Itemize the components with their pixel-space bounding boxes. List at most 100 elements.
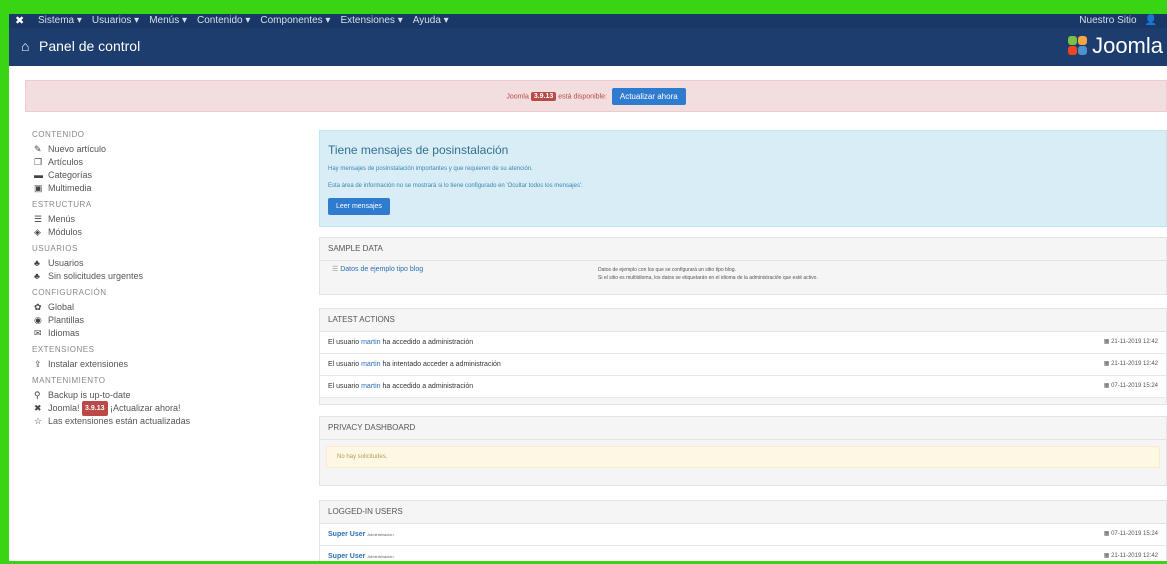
- privacy-dashboard-panel: PRIVACY DASHBOARD No hay solicitudes.: [319, 416, 1167, 486]
- eye-icon: ◉: [34, 315, 42, 325]
- table-row: Super User Administración ▦ 07-11-2019 1…: [320, 524, 1166, 546]
- main-menu: Sistema ▾ Usuarios ▾ Menús ▾ Contenido ▾…: [33, 14, 454, 28]
- postinstall-line-2: Esta área de información no se mostrará …: [328, 183, 583, 189]
- read-messages-button[interactable]: Leer mensajes: [328, 198, 390, 215]
- sidebar-section-usuarios: USUARIOS: [32, 244, 78, 253]
- logged-users-panel: LOGGED-IN USERS Super User Administració…: [319, 500, 1167, 561]
- folder-icon: ▬: [34, 170, 43, 180]
- menu-ayuda[interactable]: Ayuda ▾: [408, 14, 454, 28]
- sidebar-item-extensiones-actualizadas[interactable]: ☆ Las extensiones están actualizadas: [32, 415, 302, 428]
- sidebar: CONTENIDO ✎ Nuevo artículo ❐ Artículos ▬ Ca…: [32, 130, 302, 428]
- sample-blog-link[interactable]: ☰ Datos de ejemplo tipo blog: [332, 265, 423, 273]
- top-menu-bar: ✖ Sistema ▾ Usuarios ▾ Menús ▾ Contenido…: [9, 14, 1167, 28]
- table-row: Super User Administración ▦ 21-11-2019 1…: [320, 546, 1166, 561]
- update-now-button[interactable]: Actualizar ahora: [611, 88, 686, 105]
- calendar-icon: ▦: [1103, 361, 1110, 367]
- comments-icon: ✉: [34, 328, 42, 338]
- sidebar-item-articulos[interactable]: ❐ Artículos: [32, 156, 302, 169]
- page-header: ⌂ Panel de control Joomla: [9, 28, 1167, 66]
- postinstall-line-1: Hay mensajes de posinstalación important…: [328, 166, 533, 172]
- sidebar-item-modulos[interactable]: ◈ Módulos: [32, 226, 302, 239]
- update-prefix: Joomla: [506, 93, 529, 101]
- user-link[interactable]: Super User: [328, 553, 365, 560]
- version-badge: 3.9.13: [530, 92, 557, 102]
- joomla-logo-icon: [1068, 36, 1088, 56]
- gear-icon: ✿: [34, 302, 42, 312]
- action-date: ▦ 21-11-2019 12:42: [1103, 339, 1158, 345]
- calendar-icon: ▦: [1103, 531, 1110, 537]
- menu-extensiones[interactable]: Extensiones ▾: [335, 14, 407, 28]
- joomla-logo: Joomla: [1068, 33, 1163, 59]
- joomla-logo-text: Joomla: [1092, 33, 1163, 58]
- login-date: ▦ 21-11-2019 12:42: [1103, 553, 1158, 559]
- update-suffix: está disponible:: [558, 93, 607, 101]
- joomla-icon: ✖: [34, 403, 42, 413]
- latest-actions-panel: LATEST ACTIONS El usuario martin ha acce…: [319, 308, 1167, 405]
- sample-desc-2: Si el sitio es multiidioma, los datos se…: [598, 275, 818, 281]
- table-row: El usuario martin ha accedido a administ…: [320, 332, 1166, 354]
- menu-usuarios[interactable]: Usuarios ▾: [87, 14, 144, 28]
- top-right-links: Nuestro Sitio 👤: [1079, 14, 1157, 28]
- sample-desc-1: Datos de ejemplo con los que se configur…: [598, 267, 736, 273]
- app-window: ✖ Sistema ▾ Usuarios ▾ Menús ▾ Contenido…: [9, 14, 1167, 561]
- sidebar-section-configuracion: CONFIGURACIÓN: [32, 288, 107, 297]
- pin-icon: ⚲: [34, 390, 41, 400]
- update-notice: Joomla 3.9.13 está disponible: Actualiza…: [25, 80, 1167, 112]
- sidebar-section-mantenimiento: MANTENIMIENTO: [32, 376, 106, 385]
- user-link[interactable]: martin: [361, 361, 380, 368]
- sidebar-item-nuevo-articulo[interactable]: ✎ Nuevo artículo: [32, 143, 302, 156]
- calendar-icon: ▦: [1103, 339, 1110, 345]
- sample-data-row: ☰ Datos de ejemplo tipo blog Datos de ej…: [320, 261, 1166, 291]
- privacy-message: No hay solicitudes.: [326, 446, 1160, 468]
- list-icon: ☰: [34, 214, 43, 224]
- action-date: ▦ 21-11-2019 12:42: [1103, 361, 1158, 367]
- user-area: Administración: [367, 554, 394, 559]
- page-title: Panel de control: [39, 38, 141, 54]
- star-icon: ☆: [34, 416, 43, 426]
- site-link[interactable]: Nuestro Sitio: [1079, 14, 1136, 28]
- sidebar-item-plantillas[interactable]: ◉ Plantillas: [32, 314, 302, 327]
- menu-menus[interactable]: Menús ▾: [144, 14, 192, 28]
- user-link[interactable]: martin: [361, 383, 380, 390]
- table-row: El usuario martin ha accedido a administ…: [320, 376, 1166, 398]
- joomla-menu-icon[interactable]: ✖: [15, 14, 24, 28]
- image-icon: ▣: [34, 183, 43, 193]
- latest-actions-header: LATEST ACTIONS: [320, 309, 1166, 332]
- menu-componentes[interactable]: Componentes ▾: [255, 14, 335, 28]
- postinstall-panel: Tiene mensajes de posinstalación Hay men…: [319, 130, 1167, 227]
- user-menu-icon[interactable]: 👤: [1145, 14, 1157, 28]
- sidebar-section-extensiones: EXTENSIONES: [32, 345, 95, 354]
- logged-users-header: LOGGED-IN USERS: [320, 501, 1166, 524]
- sidebar-section-contenido: CONTENIDO: [32, 130, 85, 139]
- action-date: ▦ 07-11-2019 15:24: [1103, 383, 1158, 389]
- sidebar-item-categorias[interactable]: ▬ Categorías: [32, 169, 302, 182]
- menu-sistema[interactable]: Sistema ▾: [33, 14, 87, 28]
- sidebar-item-multimedia[interactable]: ▣ Multimedia: [32, 182, 302, 195]
- sidebar-item-idiomas[interactable]: ✉ Idiomas: [32, 327, 302, 340]
- users-icon: ♣: [34, 258, 40, 268]
- stack-icon: ❐: [34, 157, 43, 167]
- user-link[interactable]: martin: [361, 339, 380, 346]
- sidebar-item-usuarios[interactable]: ♣ Usuarios: [32, 257, 302, 270]
- sidebar-item-instalar-extensiones[interactable]: ⇪ Instalar extensiones: [32, 358, 302, 371]
- info-icon: ☰: [332, 266, 339, 273]
- version-badge: 3.9.13: [82, 401, 108, 416]
- sidebar-item-joomla-update[interactable]: ✖ Joomla! 3.9.13 ¡Actualizar ahora!: [32, 401, 302, 416]
- users-icon: ♣: [34, 271, 40, 281]
- sidebar-item-sin-solicitudes[interactable]: ♣ Sin solicitudes urgentes: [32, 270, 302, 283]
- calendar-icon: ▦: [1103, 383, 1110, 389]
- postinstall-title: Tiene mensajes de posinstalación: [328, 143, 509, 157]
- upload-icon: ⇪: [34, 359, 42, 369]
- user-link[interactable]: Super User: [328, 531, 365, 538]
- cube-icon: ◈: [34, 227, 41, 237]
- login-date: ▦ 07-11-2019 15:24: [1103, 531, 1158, 537]
- table-row: El usuario martin ha intentado acceder a…: [320, 354, 1166, 376]
- sample-data-header: SAMPLE DATA: [320, 238, 1166, 261]
- menu-contenido[interactable]: Contenido ▾: [192, 14, 255, 28]
- sidebar-item-global[interactable]: ✿ Global: [32, 301, 302, 314]
- user-area: Administración: [367, 532, 394, 537]
- privacy-dashboard-header: PRIVACY DASHBOARD: [320, 417, 1166, 440]
- sidebar-item-backup[interactable]: ⚲ Backup is up-to-date: [32, 389, 302, 402]
- sidebar-item-menus[interactable]: ☰ Menús: [32, 213, 302, 226]
- sample-data-panel: SAMPLE DATA ☰ Datos de ejemplo tipo blog…: [319, 237, 1167, 295]
